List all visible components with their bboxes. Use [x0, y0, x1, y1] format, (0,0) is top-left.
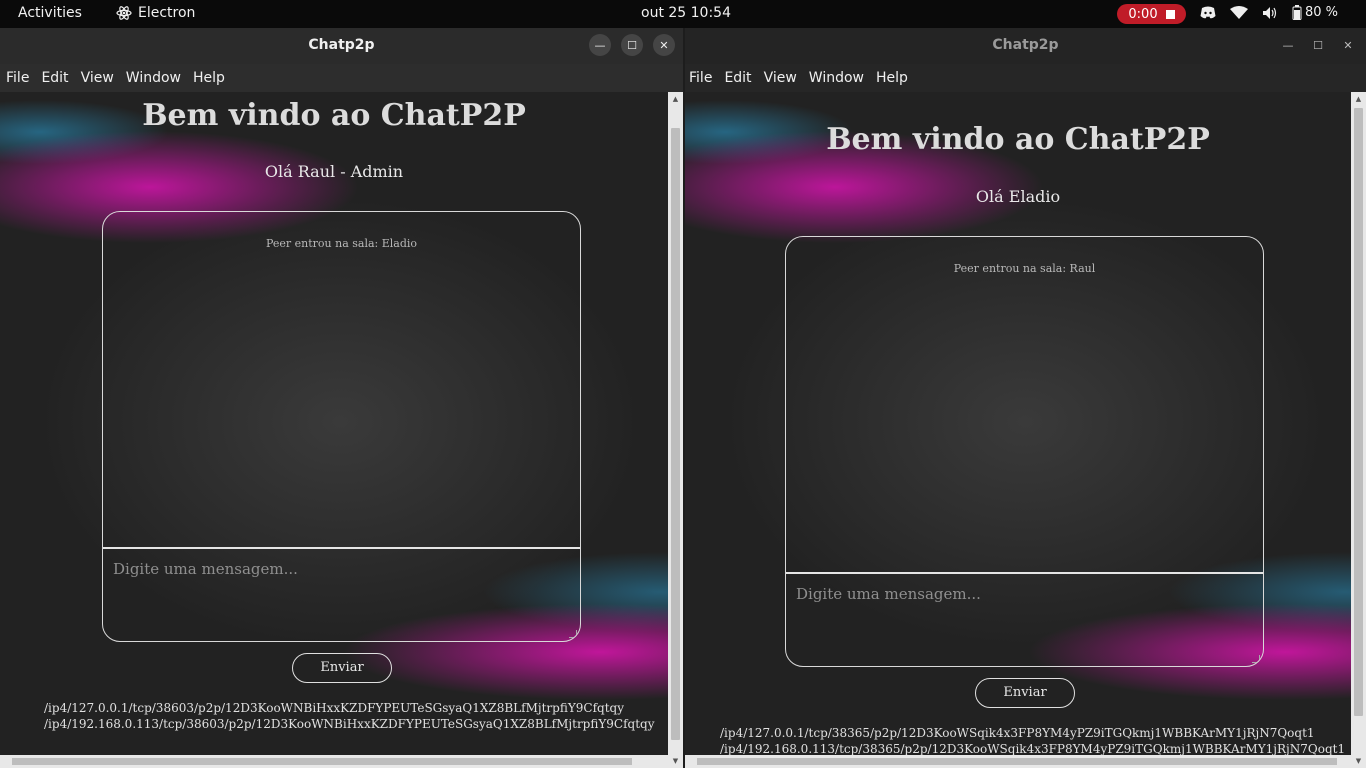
user-greeting: Olá Eladio [975, 187, 1061, 206]
menu-file[interactable]: File [689, 70, 712, 86]
minimize-button[interactable]: — [589, 34, 611, 56]
recording-time: 0:00 [1128, 6, 1158, 22]
scroll-up-icon[interactable]: ▲ [1351, 92, 1366, 106]
activities-button[interactable]: Activities [18, 5, 82, 21]
electron-icon [116, 6, 132, 20]
close-button[interactable]: ✕ [653, 34, 675, 56]
maximize-button[interactable]: ☐ [1308, 34, 1328, 56]
maximize-icon: ☐ [627, 38, 637, 52]
volume-icon [1263, 6, 1277, 19]
peer-address: /ip4/192.168.0.113/tcp/38603/p2p/12D3Koo… [44, 717, 655, 731]
maximize-icon: ☐ [1313, 38, 1323, 52]
scroll-down-icon[interactable]: ▼ [668, 754, 683, 768]
scrollbar-thumb[interactable] [671, 128, 680, 740]
page-content: Bem vindo ao ChatP2P Olá Eladio Peer ent… [685, 92, 1351, 768]
resize-handle-icon[interactable] [569, 630, 577, 638]
system-message: Peer entrou na sala: Eladio [265, 237, 418, 250]
chat-box: Peer entrou na sala: Raul [785, 236, 1264, 667]
scrollbar-thumb[interactable] [1354, 108, 1363, 716]
system-top-bar: Activities Electron out 25 10:54 0:00 80… [0, 0, 1366, 28]
menu-view[interactable]: View [764, 70, 797, 86]
send-button[interactable]: Enviar [292, 653, 392, 683]
peer-addresses: /ip4/127.0.0.1/tcp/38365/p2p/12D3KooWSqi… [720, 725, 1345, 757]
horizontal-scrollbar[interactable] [0, 755, 668, 768]
menu-bar: File Edit View Window Help [0, 64, 683, 92]
message-list[interactable]: Peer entrou na sala: Raul [786, 237, 1263, 574]
window-titlebar[interactable]: Chatp2p — ☐ ✕ [685, 28, 1366, 64]
scroll-down-icon[interactable]: ▼ [1351, 754, 1366, 768]
close-button[interactable]: ✕ [1338, 34, 1358, 56]
chat-box: Peer entrou na sala: Eladio [102, 211, 581, 642]
chat-window-left: Chatp2p — ☐ ✕ File Edit View Window Help… [0, 28, 683, 768]
screen-recording-indicator[interactable]: 0:00 [1117, 4, 1186, 24]
clock[interactable]: out 25 10:54 [641, 5, 731, 21]
menu-window[interactable]: Window [809, 70, 864, 86]
chat-window-right: Chatp2p — ☐ ✕ File Edit View Window Help… [685, 28, 1366, 768]
message-list[interactable]: Peer entrou na sala: Eladio [103, 212, 580, 549]
app-menu[interactable]: Electron [116, 5, 195, 21]
vertical-scrollbar[interactable]: ▲ ▼ [1351, 92, 1366, 768]
system-tray[interactable]: 80 % [1200, 5, 1338, 20]
menu-edit[interactable]: Edit [724, 70, 751, 86]
menu-file[interactable]: File [6, 70, 29, 86]
scrollbar-thumb[interactable] [697, 758, 1337, 765]
peer-address: /ip4/127.0.0.1/tcp/38603/p2p/12D3KooWNBi… [44, 701, 624, 715]
menu-window[interactable]: Window [126, 70, 181, 86]
close-icon: ✕ [1343, 38, 1353, 52]
minimize-button[interactable]: — [1278, 34, 1298, 56]
menu-edit[interactable]: Edit [41, 70, 68, 86]
horizontal-scrollbar[interactable] [685, 755, 1351, 768]
window-title: Chatp2p [992, 37, 1059, 53]
window-titlebar[interactable]: Chatp2p — ☐ ✕ [0, 28, 683, 64]
system-message: Peer entrou na sala: Raul [953, 262, 1096, 275]
wifi-icon [1230, 5, 1248, 19]
minimize-icon: — [1282, 38, 1294, 52]
resize-handle-icon[interactable] [1252, 655, 1260, 663]
send-button[interactable]: Enviar [975, 678, 1075, 708]
page-content: Bem vindo ao ChatP2P Olá Raul - Admin Pe… [0, 92, 668, 768]
discord-icon [1200, 6, 1216, 18]
battery-icon [1292, 5, 1302, 20]
scroll-up-icon[interactable]: ▲ [668, 92, 683, 106]
scrollbar-thumb[interactable] [12, 758, 632, 765]
stop-icon [1165, 9, 1175, 19]
page-title: Bem vindo ao ChatP2P [826, 122, 1210, 157]
app-name: Electron [138, 5, 196, 21]
menu-help[interactable]: Help [193, 70, 225, 86]
menu-view[interactable]: View [81, 70, 114, 86]
message-input[interactable] [113, 560, 568, 630]
menu-bar: File Edit View Window Help [685, 64, 1366, 92]
battery-percent: 80 % [1305, 5, 1339, 20]
menu-help[interactable]: Help [876, 70, 908, 86]
vertical-scrollbar[interactable]: ▲ ▼ [668, 92, 683, 768]
peer-addresses: /ip4/127.0.0.1/tcp/38603/p2p/12D3KooWNBi… [44, 700, 655, 732]
peer-address: /ip4/127.0.0.1/tcp/38365/p2p/12D3KooWSqi… [720, 726, 1315, 740]
maximize-button[interactable]: ☐ [621, 34, 643, 56]
page-title: Bem vindo ao ChatP2P [142, 98, 526, 133]
close-icon: ✕ [659, 38, 669, 52]
window-title: Chatp2p [308, 37, 375, 53]
message-input[interactable] [796, 585, 1251, 655]
user-greeting: Olá Raul - Admin [264, 162, 404, 181]
minimize-icon: — [594, 38, 606, 52]
